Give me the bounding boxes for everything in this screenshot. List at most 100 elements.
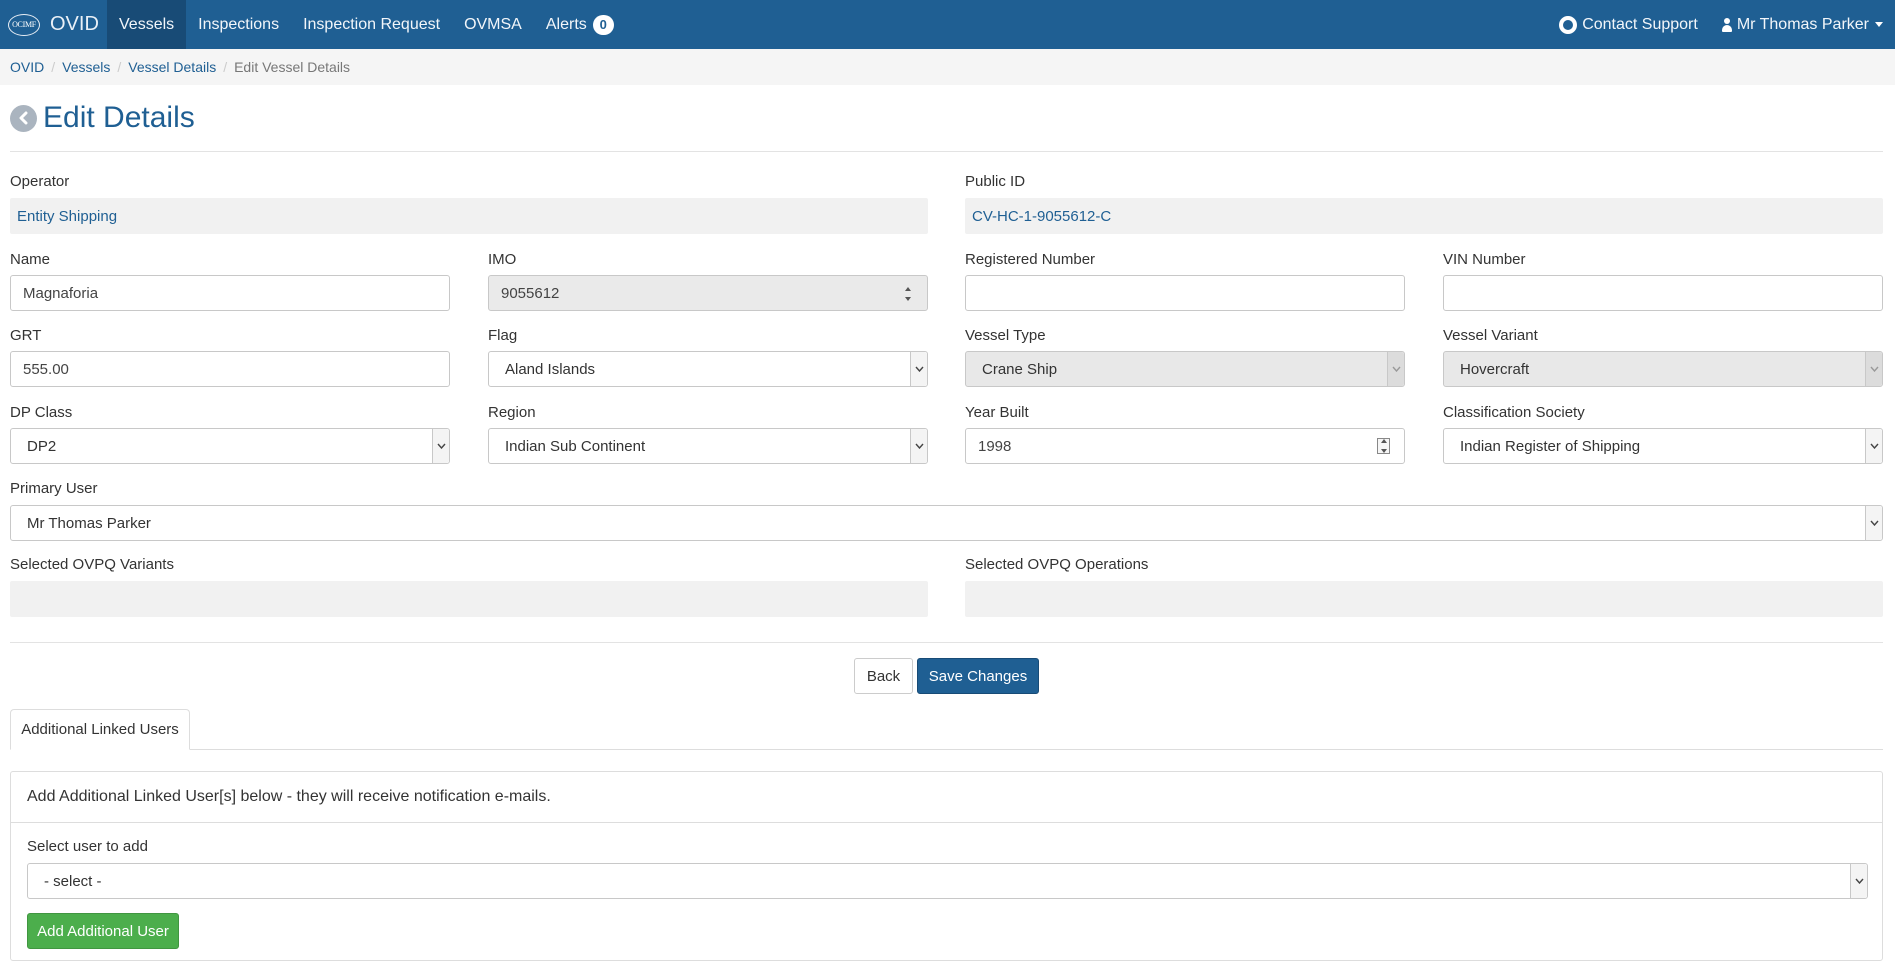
grt-input[interactable]: 555.00: [10, 351, 450, 387]
ovpq-operations-value: [965, 581, 1883, 617]
back-button[interactable]: Back: [854, 658, 913, 694]
brand-name: OVID: [50, 13, 99, 35]
operator-label: Operator: [10, 173, 70, 190]
nav-alerts[interactable]: Alerts 0: [534, 0, 626, 49]
chevron-down-icon: [1865, 506, 1882, 540]
chevron-down-icon: [910, 352, 927, 386]
chevron-down-icon: [1865, 352, 1882, 386]
vessel-type-select-value: Crane Ship: [982, 360, 1058, 378]
select-user-label: Select user to add: [27, 838, 148, 855]
vessel-type-select[interactable]: Crane Ship: [965, 351, 1405, 387]
ovpq-variants-label: Selected OVPQ Variants: [10, 556, 174, 573]
primary-user-value: Mr Thomas Parker: [27, 514, 151, 532]
nav-inspection-request[interactable]: Inspection Request: [291, 0, 452, 49]
imo-spinner-icon: [903, 287, 913, 301]
nav-vessels-label: Vessels: [119, 15, 175, 33]
grt-label: GRT: [10, 327, 42, 344]
year-built-input[interactable]: 1998: [965, 428, 1405, 464]
nav-inspection-request-label: Inspection Request: [303, 15, 441, 33]
chevron-down-icon: [1387, 352, 1404, 386]
lifebuoy-icon: [1559, 15, 1578, 34]
region-select[interactable]: Indian Sub Continent: [488, 428, 928, 464]
breadcrumb-separator: /: [223, 59, 228, 75]
tab-underline: [190, 749, 1883, 750]
dp-class-label: DP Class: [10, 404, 73, 421]
primary-user-select[interactable]: Mr Thomas Parker: [10, 505, 1883, 541]
nav-alerts-label: Alerts: [545, 15, 587, 33]
vessel-variant-select-value: Hovercraft: [1460, 360, 1530, 378]
name-label: Name: [10, 251, 51, 268]
alerts-count-badge: 0: [592, 14, 614, 35]
public-id-label: Public ID: [965, 173, 1026, 190]
imo-label: IMO: [488, 251, 517, 268]
nav-inspections-label: Inspections: [198, 15, 280, 33]
brand[interactable]: OCIMF OVID: [8, 0, 99, 49]
chevron-down-icon: [1850, 864, 1867, 898]
registered-number-input[interactable]: [965, 275, 1405, 311]
contact-support-link[interactable]: Contact Support: [1547, 0, 1710, 49]
back-arrow-icon[interactable]: [10, 104, 37, 132]
breadcrumb-separator: /: [117, 59, 122, 75]
select-user-value: - select -: [44, 872, 102, 890]
caret-down-icon: [1875, 22, 1883, 27]
add-additional-user-button[interactable]: Add Additional User: [27, 913, 179, 949]
contact-support-label: Contact Support: [1582, 15, 1698, 33]
tab-additional-linked-users[interactable]: Additional Linked Users: [10, 709, 190, 750]
name-input[interactable]: Magnaforia: [10, 275, 450, 311]
vessel-variant-select[interactable]: Hovercraft: [1443, 351, 1883, 387]
flag-select-value: Aland Islands: [505, 360, 596, 378]
select-user-dropdown[interactable]: - select -: [27, 863, 1868, 899]
title-row: Edit Details: [10, 100, 195, 136]
vin-number-label: VIN Number: [1443, 251, 1526, 268]
panel-heading: Add Additional Linked User[s] below - th…: [11, 772, 1882, 823]
save-changes-button[interactable]: Save Changes: [917, 658, 1039, 694]
vessel-type-label: Vessel Type: [965, 327, 1046, 344]
breadcrumb-vessels[interactable]: Vessels: [62, 59, 110, 75]
registered-number-label: Registered Number: [965, 251, 1096, 268]
top-navbar: OCIMF OVID Vessels Inspections Inspectio…: [0, 0, 1895, 49]
linked-users-panel: Add Additional Linked User[s] below - th…: [10, 771, 1883, 961]
flag-select[interactable]: Aland Islands: [488, 351, 928, 387]
vessel-variant-label: Vessel Variant: [1443, 327, 1538, 344]
grt-input-value: 555.00: [23, 360, 69, 378]
dp-class-select-value: DP2: [27, 437, 57, 455]
ocimf-logo: OCIMF: [8, 13, 40, 36]
breadcrumb: OVID / Vessels / Vessel Details / Edit V…: [0, 49, 1895, 85]
name-input-value: Magnaforia: [23, 284, 99, 302]
user-name: Mr Thomas Parker: [1736, 15, 1869, 33]
region-select-value: Indian Sub Continent: [505, 437, 646, 455]
chevron-down-icon: [1865, 429, 1882, 463]
ovpq-operations-label: Selected OVPQ Operations: [965, 556, 1149, 573]
public-id-value: CV-HC-1-9055612-C: [965, 198, 1883, 234]
breadcrumb-vessel-details[interactable]: Vessel Details: [128, 59, 216, 75]
breadcrumb-ovid[interactable]: OVID: [10, 59, 44, 75]
year-spinner-icon[interactable]: [1377, 438, 1390, 454]
nav-ovmsa[interactable]: OVMSA: [452, 0, 534, 49]
user-icon: [1721, 17, 1732, 32]
classification-society-select[interactable]: Indian Register of Shipping: [1443, 428, 1883, 464]
title-divider: [10, 151, 1883, 152]
nav-right: Contact Support Mr Thomas Parker: [1547, 0, 1895, 49]
dp-class-select[interactable]: DP2: [10, 428, 450, 464]
primary-user-label: Primary User: [10, 480, 98, 497]
year-built-value: 1998: [978, 437, 1012, 455]
classification-society-value: Indian Register of Shipping: [1460, 437, 1641, 455]
breadcrumb-separator: /: [51, 59, 56, 75]
nav-inspections[interactable]: Inspections: [186, 0, 291, 49]
imo-input-value: 9055612: [501, 284, 560, 302]
breadcrumb-current: Edit Vessel Details: [234, 59, 351, 75]
chevron-down-icon: [910, 429, 927, 463]
imo-input[interactable]: 9055612: [488, 275, 928, 311]
flag-label: Flag: [488, 327, 518, 344]
nav-vessels[interactable]: Vessels: [107, 0, 187, 49]
vin-number-input[interactable]: [1443, 275, 1883, 311]
main-nav: Vessels Inspections Inspection Request O…: [107, 0, 626, 49]
ovpq-variants-value: [10, 581, 928, 617]
operator-value: Entity Shipping: [10, 198, 928, 234]
year-built-label: Year Built: [965, 404, 1029, 421]
page-title: Edit Details: [43, 101, 195, 134]
classification-society-label: Classification Society: [1443, 404, 1585, 421]
user-menu[interactable]: Mr Thomas Parker: [1710, 0, 1895, 49]
chevron-down-icon: [432, 429, 449, 463]
region-label: Region: [488, 404, 536, 421]
